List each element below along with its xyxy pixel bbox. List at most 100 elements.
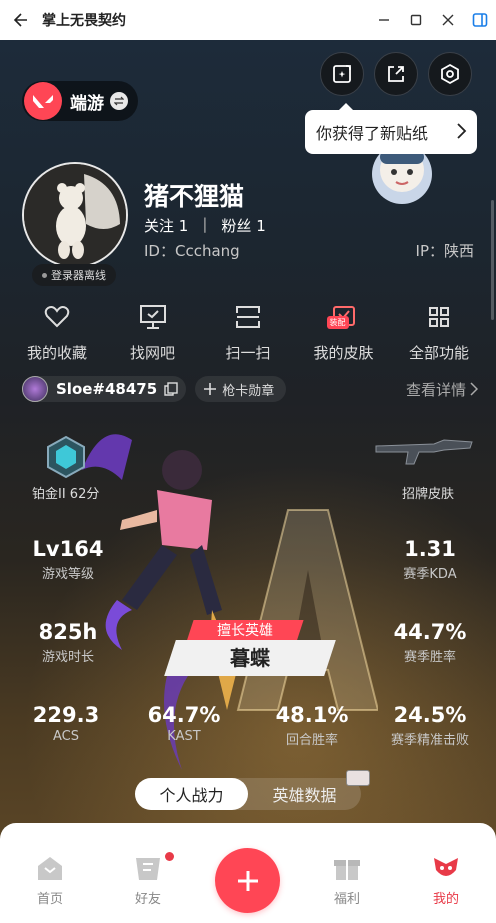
notification-dot xyxy=(165,852,174,861)
ip-location: IP：陕西 xyxy=(415,242,474,260)
teddy-bear-avatar-icon xyxy=(24,164,126,266)
nickname: 猪不狸猫 xyxy=(144,182,245,211)
stat-label: 赛季精准击败 xyxy=(390,733,469,748)
tab-personal-power[interactable]: 个人战力 xyxy=(135,778,248,810)
signature-skin-label: 招牌皮肤 xyxy=(402,487,455,502)
fans-label: 粉丝 xyxy=(221,217,252,235)
close-button[interactable] xyxy=(432,0,464,40)
profile-panel: 端游 你获得了新贴纸 登录器离线 猪不狸猫 关注 1 | 粉丝 1 ID：Ccc… xyxy=(0,40,496,840)
stat-value: 44.7% xyxy=(393,620,467,644)
arrow-left-icon xyxy=(13,13,27,27)
sticker-button[interactable] xyxy=(320,52,364,96)
best-hero-ribbon: 擅长英雄 xyxy=(186,620,304,642)
medal-label: 枪卡勋章 xyxy=(222,383,275,399)
stat-label: 赛季胜率 xyxy=(403,650,456,665)
gun-card-medal-button[interactable]: 枪卡勋章 xyxy=(195,376,287,402)
settings-button[interactable] xyxy=(428,52,472,96)
stat-winrate: 44.7% 赛季胜率 xyxy=(388,620,472,665)
window-title: 掌上无畏契约 xyxy=(42,13,126,29)
stat-label: 回合胜率 xyxy=(285,733,338,748)
new-sticker-text: 你获得了新贴纸 xyxy=(316,124,429,143)
following-label: 关注 xyxy=(144,217,175,235)
func-label: 全部功能 xyxy=(408,344,469,362)
heart-icon xyxy=(44,306,70,328)
stat-label: KAST xyxy=(167,729,201,744)
func-find-cafe[interactable]: 找网吧 xyxy=(108,302,198,363)
stat-kast: 64.7% KAST xyxy=(144,703,224,744)
home-icon xyxy=(38,857,62,880)
copy-icon[interactable] xyxy=(164,382,178,396)
stat-kda: 1.31 赛季KDA xyxy=(388,537,472,582)
maximize-button[interactable] xyxy=(400,0,432,40)
settings-hexagon-icon xyxy=(441,63,459,85)
back-button[interactable] xyxy=(0,0,40,40)
share-icon xyxy=(388,66,404,82)
account-name: Sloe#48475 xyxy=(56,380,158,398)
nav-friends[interactable]: 好友 xyxy=(118,854,178,907)
best-hero-name: 暮蝶 xyxy=(230,646,270,670)
bottom-nav: 首页 好友 福利 我的 xyxy=(0,840,496,923)
gift-icon xyxy=(334,860,360,880)
func-my-skins[interactable]: 装配 我的皮肤 xyxy=(299,302,389,363)
following-link[interactable]: 关注 1 xyxy=(144,215,188,236)
chevron-right-icon xyxy=(457,123,467,139)
best-hero-label: 擅长英雄 xyxy=(217,623,273,639)
minimize-button[interactable] xyxy=(368,0,400,40)
nav-welfare[interactable]: 福利 xyxy=(317,854,377,907)
monitor-icon xyxy=(139,305,166,329)
weapon-skin-icon xyxy=(375,439,473,465)
rank-label: 铂金II 62分 xyxy=(32,487,100,502)
window-titlebar: 掌上无畏契约 xyxy=(0,0,496,40)
follow-separator: | xyxy=(202,215,208,233)
fans-link[interactable]: 粉丝 1 xyxy=(221,215,265,236)
stat-value: 229.3 xyxy=(32,703,100,727)
stat-value: 48.1% xyxy=(275,703,349,727)
equip-tag: 装配 xyxy=(326,316,349,329)
stat-level: Lv164 游戏等级 xyxy=(28,537,108,582)
scan-icon xyxy=(236,306,260,328)
func-label: 我的收藏 xyxy=(26,344,87,362)
func-all-features[interactable]: 全部功能 xyxy=(394,302,484,363)
avatar[interactable] xyxy=(22,162,128,268)
nav-label: 好友 xyxy=(134,892,161,907)
stat-value: Lv164 xyxy=(32,537,104,561)
card-sticker-icon xyxy=(346,770,370,786)
plus-icon xyxy=(204,383,217,395)
stat-label: 赛季KDA xyxy=(403,567,457,582)
rank-platinum-icon xyxy=(47,435,85,479)
nav-label: 我的 xyxy=(432,892,459,907)
minimize-icon xyxy=(379,19,389,21)
sidebar-toggle-button[interactable] xyxy=(464,0,496,40)
nav-home[interactable]: 首页 xyxy=(20,854,80,907)
nav-label: 首页 xyxy=(36,892,63,907)
user-id: ID：Ccchang xyxy=(144,242,240,260)
details-label: 查看详情 xyxy=(405,380,466,399)
game-switch-pill[interactable]: 端游 xyxy=(22,81,138,121)
status-dot xyxy=(42,272,47,278)
stat-value: 1.31 xyxy=(404,537,456,561)
func-scan[interactable]: 扫一扫 xyxy=(203,302,293,363)
grid-icon xyxy=(429,307,449,327)
func-label: 扫一扫 xyxy=(225,344,271,362)
data-tab-toggle: 个人战力 英雄数据 xyxy=(135,778,361,810)
view-details-link[interactable]: 查看详情 xyxy=(406,379,478,400)
new-sticker-tooltip[interactable]: 你获得了新贴纸 xyxy=(305,103,477,154)
add-button[interactable] xyxy=(215,848,280,913)
func-favorites[interactable]: 我的收藏 xyxy=(12,302,102,363)
nav-label: 福利 xyxy=(333,892,360,907)
best-hero-card[interactable]: 暮蝶 xyxy=(164,640,336,676)
func-label: 找网吧 xyxy=(129,344,175,362)
following-count: 1 xyxy=(178,217,189,235)
nav-mine[interactable]: 我的 xyxy=(416,854,476,907)
follow-stats: 关注 1 | 粉丝 1 xyxy=(144,215,266,236)
stat-value: 24.5% xyxy=(393,703,467,727)
account-pill[interactable]: Sloe#48475 xyxy=(22,376,187,402)
tab-hero-data[interactable]: 英雄数据 xyxy=(248,778,361,810)
plus-icon xyxy=(237,870,258,891)
login-status-text: 登录器离线 xyxy=(51,269,106,282)
scrollbar[interactable] xyxy=(491,200,494,320)
share-button[interactable] xyxy=(374,52,418,96)
sidebar-icon xyxy=(472,13,488,27)
stat-round-winrate: 48.1% 回合胜率 xyxy=(270,703,354,748)
valorant-logo-icon xyxy=(24,82,62,120)
